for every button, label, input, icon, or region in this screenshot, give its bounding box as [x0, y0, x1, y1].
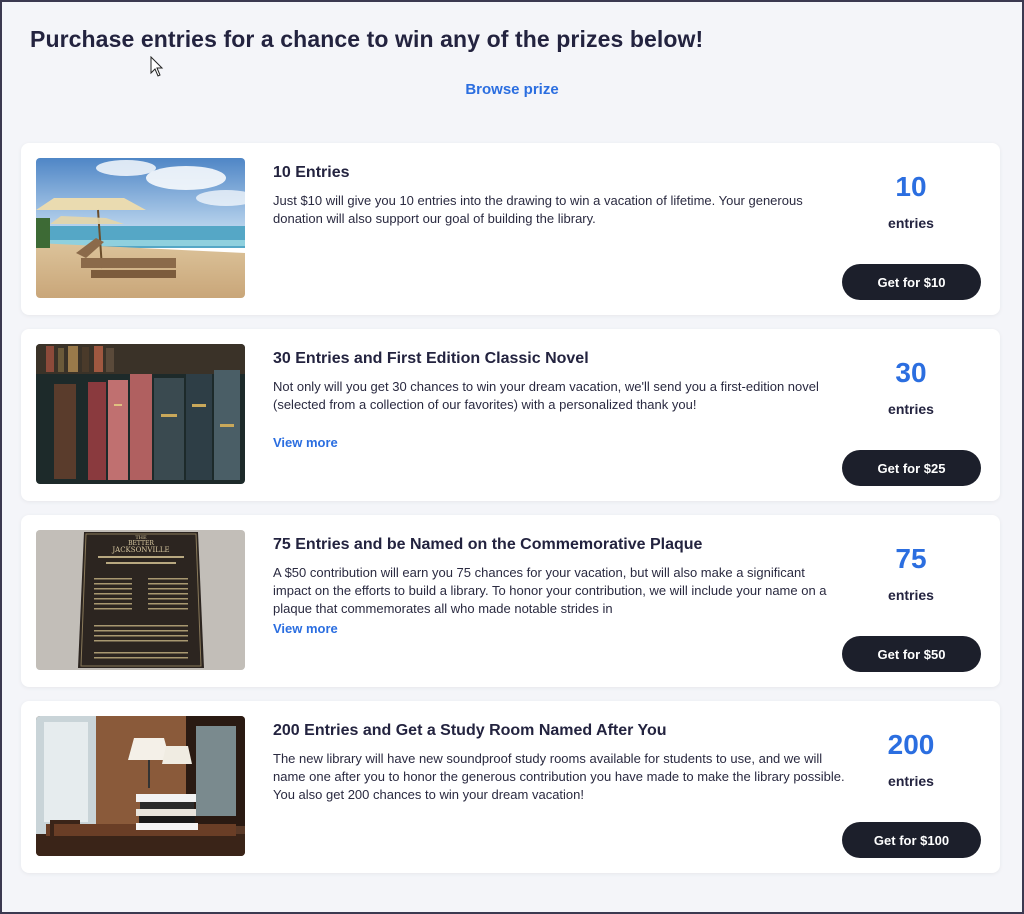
get-for-10-button[interactable]: Get for $10: [842, 264, 981, 300]
entries-label: entries: [888, 773, 934, 789]
svg-text:JACKSONVILLE: JACKSONVILLE: [111, 546, 169, 554]
study-room-photo: [36, 716, 245, 856]
entries-count: 30: [895, 357, 927, 388]
get-for-25-button[interactable]: Get for $25: [842, 450, 981, 486]
package-card-10-entries: 10 Entries Just $10 will give you 10 ent…: [21, 143, 1000, 315]
entries-count: 200: [887, 729, 935, 760]
package-card-30-entries: 30 Entries and First Edition Classic Nov…: [21, 329, 1000, 501]
get-for-100-button[interactable]: Get for $100: [842, 822, 981, 858]
package-description: A $50 contribution will earn you 75 chan…: [273, 565, 827, 616]
entries-label: entries: [888, 587, 934, 603]
entries-count: 75: [895, 543, 927, 574]
package-title: 200 Entries and Get a Study Room Named A…: [273, 722, 667, 739]
view-more-link[interactable]: View more: [273, 621, 338, 636]
package-description: Not only will you get 30 chances to win …: [273, 379, 819, 412]
page-title: Purchase entries for a chance to win any…: [30, 26, 704, 52]
entries-label: entries: [888, 215, 934, 231]
package-title: 10 Entries: [273, 164, 350, 181]
browse-prize-link[interactable]: Browse prize: [2, 81, 1022, 98]
package-title: 30 Entries and First Edition Classic Nov…: [273, 350, 589, 367]
entries-count: 10: [895, 171, 927, 202]
package-card-75-entries: THE BETTER JACKSONVILLE 75 Entries and b…: [21, 515, 1000, 687]
package-title: 75 Entries and be Named on the Commemora…: [273, 536, 703, 553]
mouse-cursor-icon: [150, 56, 164, 77]
get-for-50-button[interactable]: Get for $50: [842, 636, 981, 672]
package-description: Just $10 will give you 10 entries into t…: [273, 193, 803, 226]
commemorative-plaque-photo: THE BETTER JACKSONVILLE: [36, 530, 245, 670]
entries-label: entries: [888, 401, 934, 417]
beach-umbrella-photo: [36, 158, 245, 298]
package-description: The new library will have new soundproof…: [273, 751, 845, 802]
view-more-link[interactable]: View more: [273, 435, 338, 450]
package-card-200-entries: 200 Entries and Get a Study Room Named A…: [21, 701, 1000, 873]
old-books-photo: [36, 344, 245, 484]
